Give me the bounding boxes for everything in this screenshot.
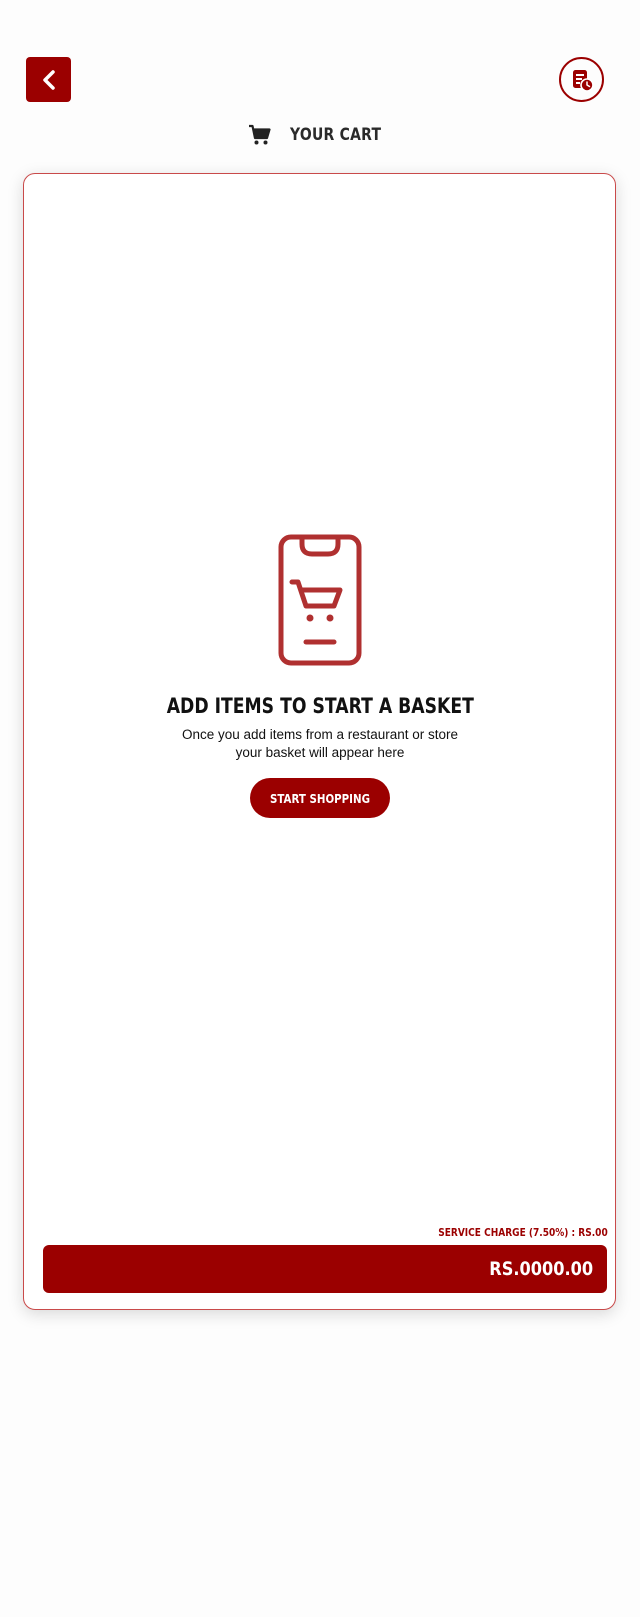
back-button[interactable] [26,57,71,102]
empty-cart-heading: ADD ITEMS TO START A BASKET [166,694,474,718]
page-header: YOUR CART [0,120,640,150]
cart-icon [249,124,271,145]
start-shopping-button[interactable]: START SHOPPING [250,778,390,818]
chevron-left-icon [42,69,55,90]
service-charge-text: SERVICE CHARGE (7.50%) : RS.00 [438,1226,608,1239]
page-title: YOUR CART [290,125,382,145]
empty-cart-description: Once you add items from a restaurant or … [181,727,459,760]
total-bar[interactable]: RS.0000.00 [43,1245,607,1293]
total-amount: RS.0000.00 [489,1258,593,1280]
order-history-icon [572,69,594,92]
phone-cart-icon [278,534,362,666]
start-shopping-label: START SHOPPING [269,790,371,806]
order-history-button[interactable] [559,57,604,102]
